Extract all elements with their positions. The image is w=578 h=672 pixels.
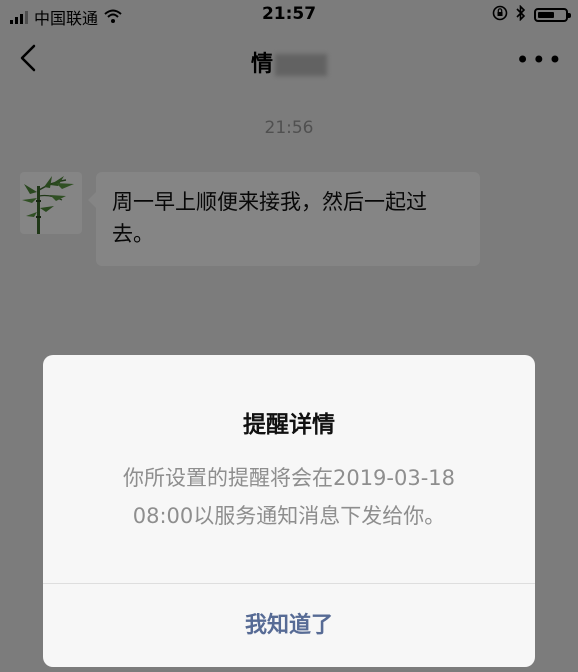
- reminder-dialog: 提醒详情 你所设置的提醒将会在2019-03-18 08:00以服务通知消息下发…: [43, 355, 535, 667]
- confirm-button[interactable]: 我知道了: [43, 584, 535, 667]
- dialog-body: 你所设置的提醒将会在2019-03-18 08:00以服务通知消息下发给你。: [83, 459, 495, 535]
- dialog-body-line1: 你所设置的提醒将会在2019-03-18: [122, 466, 456, 490]
- dialog-title: 提醒详情: [243, 412, 335, 438]
- dialog-body-line2: 08:00以服务通知消息下发给你。: [132, 504, 446, 528]
